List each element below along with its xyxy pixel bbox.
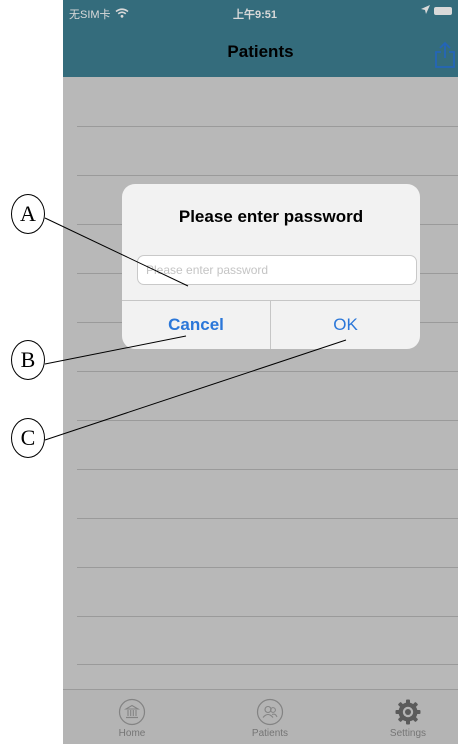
modal-overlay: [63, 0, 458, 744]
cancel-button[interactable]: Cancel: [122, 301, 270, 349]
dialog-title: Please enter password: [178, 207, 364, 226]
password-dialog: Please enter password Cancel OK: [122, 184, 420, 349]
callout-c: C: [11, 418, 45, 458]
callout-b: B: [11, 340, 45, 380]
phone-screen: 无SIM卡 上午9:51 Patients Home Patients Sett…: [63, 0, 458, 744]
password-input[interactable]: [137, 255, 417, 285]
callout-a: A: [11, 194, 45, 234]
ok-button[interactable]: OK: [271, 301, 420, 349]
